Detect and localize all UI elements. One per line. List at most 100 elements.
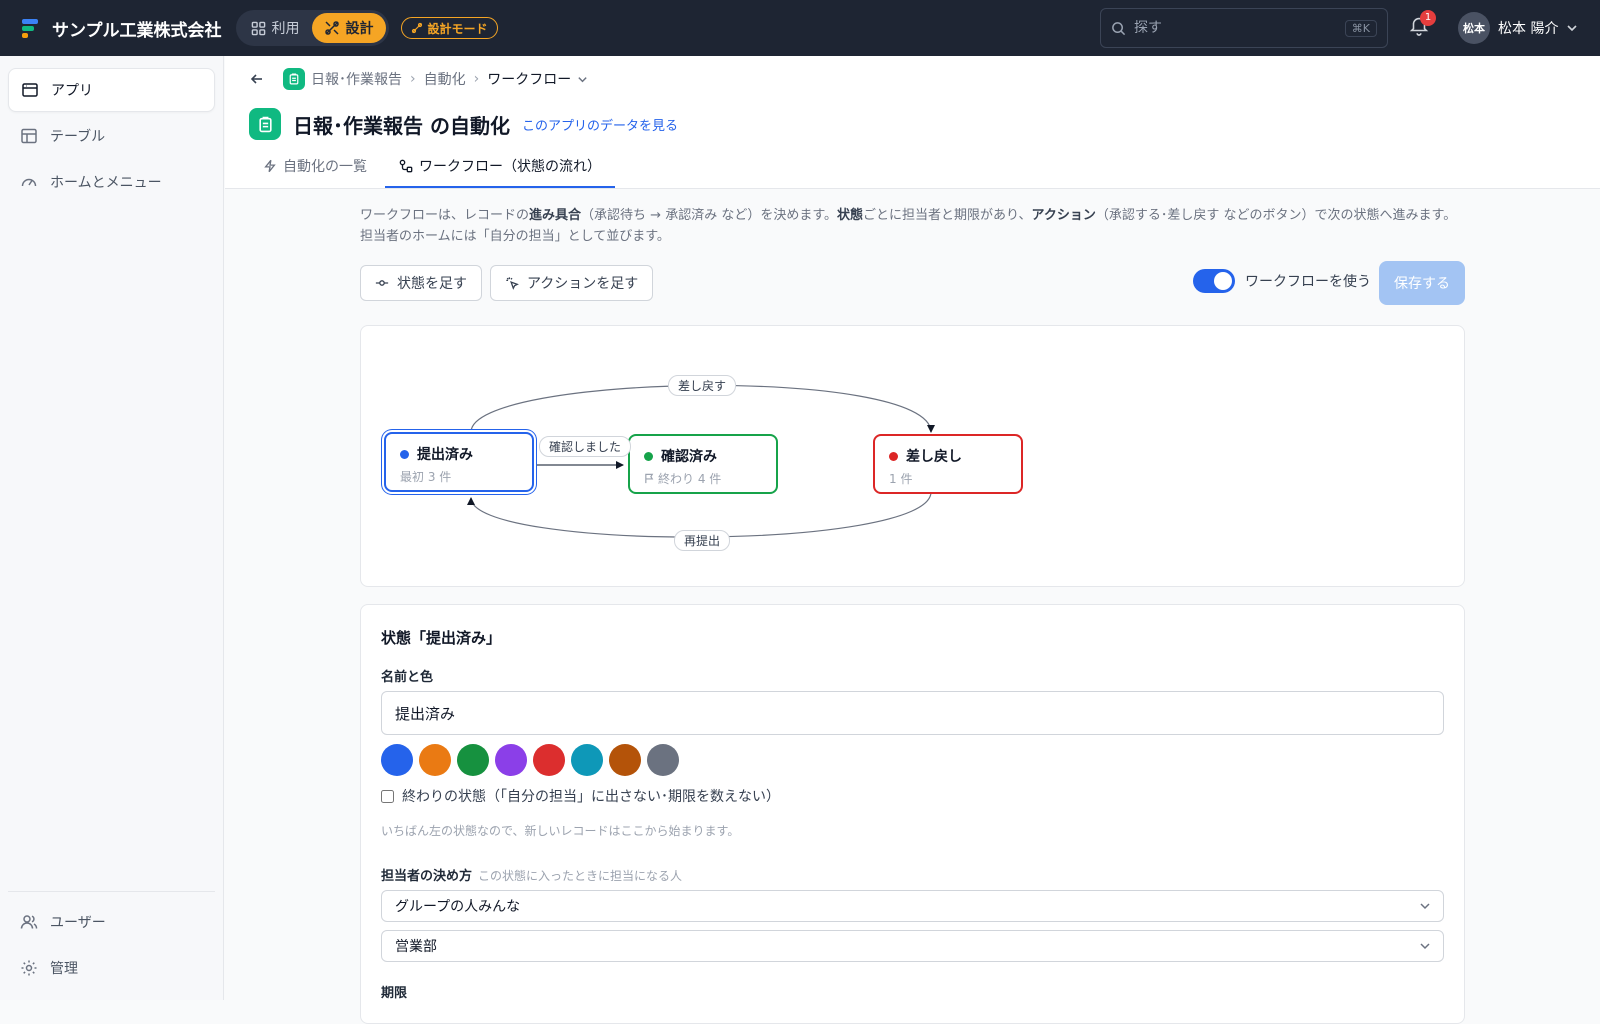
state-name-input[interactable] xyxy=(381,691,1444,735)
action-label-send-back[interactable]: 差し戻す xyxy=(668,375,737,396)
gear-icon xyxy=(21,960,37,976)
color-swatch-orange[interactable] xyxy=(419,744,451,776)
view-app-data-link[interactable]: このアプリのデータを見る xyxy=(522,115,678,134)
chevron-down-icon xyxy=(1420,903,1430,910)
add-state-button[interactable]: 状態を足す xyxy=(360,265,482,301)
breadcrumb-chevron-icon: › xyxy=(410,71,416,87)
end-state-label: 終わりの状態（「自分の担当」に出さない･期限を数えない） xyxy=(402,789,780,805)
search-icon xyxy=(1112,21,1126,35)
state-detail-title: 状態「提出済み」 xyxy=(381,629,502,647)
color-swatch-cyan[interactable] xyxy=(571,744,603,776)
sidebar-item-admin[interactable]: 管理 xyxy=(8,946,215,990)
add-action-label: アクションを足す xyxy=(527,276,639,292)
tabs: 自動化の一覧 ワークフロー（状態の流れ） xyxy=(249,146,615,188)
color-swatch-brown[interactable] xyxy=(609,744,641,776)
sidebar-item-tables[interactable]: テーブル xyxy=(8,114,215,158)
breadcrumb-app-label: 日報･作業報告 xyxy=(311,72,402,88)
lightning-icon xyxy=(264,159,276,173)
grid-icon xyxy=(251,21,265,35)
sidebar-item-users[interactable]: ユーザー xyxy=(8,900,215,944)
assignee-mode-value: グループの人みんな xyxy=(395,899,521,915)
notification-count-badge: 1 xyxy=(1420,10,1436,26)
design-mode-badge: 設計モード xyxy=(400,17,498,39)
sidebar-item-apps[interactable]: アプリ xyxy=(8,68,215,112)
chevron-down-icon xyxy=(1420,943,1430,950)
back-arrow-icon[interactable] xyxy=(249,71,265,87)
sidebar-item-label: 管理 xyxy=(50,961,78,977)
color-swatch-green[interactable] xyxy=(457,744,489,776)
workflow-content: ワークフローは、レコードの進み具合（承認待ち → 承認済み など）を決めます。状… xyxy=(360,205,1465,1024)
add-action-button[interactable]: アクションを足す xyxy=(490,265,654,301)
state-color-dot xyxy=(400,449,409,459)
breadcrumb-current-label: ワークフロー xyxy=(487,72,572,88)
sidebar: アプリ テーブル ホームとメニュー ユーザー 管理 xyxy=(0,56,224,1000)
breadcrumb-app-link[interactable]: 日報･作業報告 xyxy=(283,68,402,90)
state-color-dot xyxy=(644,451,653,461)
save-button[interactable]: 保存する xyxy=(1379,261,1465,305)
state-name: 確認済み xyxy=(661,449,717,465)
workflow-toolbar: 状態を足す アクションを足す ワークフローを使う 保存する xyxy=(360,261,1465,305)
workflow-icon xyxy=(399,159,413,173)
tab-label: 自動化の一覧 xyxy=(283,159,367,175)
state-node-icon xyxy=(375,280,389,286)
color-swatch-blue[interactable] xyxy=(381,744,413,776)
notifications-button[interactable]: 1 xyxy=(1408,10,1436,40)
color-swatch-red[interactable] xyxy=(533,744,565,776)
assignee-group-select[interactable]: 営業部 xyxy=(381,930,1444,962)
main-area: 日報･作業報告 › 自動化 › ワークフロー 日報･作業報告 の自動化 このアプ… xyxy=(225,56,1600,1024)
state-node-sent-back[interactable]: 差し戻し 1 件 xyxy=(873,434,1023,494)
mode-use-button[interactable]: 利用 xyxy=(239,13,312,43)
tab-label: ワークフロー（状態の流れ） xyxy=(419,159,601,175)
sidebar-item-label: アプリ xyxy=(51,83,93,99)
assignee-hint: この状態に入ったときに担当になる人 xyxy=(478,869,683,883)
clipboard-icon xyxy=(283,68,305,90)
breadcrumb-current-dropdown[interactable]: ワークフロー xyxy=(487,69,588,89)
brand-logo-icon xyxy=(20,17,42,39)
search-shortcut: ⌘K xyxy=(1344,19,1377,37)
sidebar-bottom: ユーザー 管理 xyxy=(8,891,215,992)
user-menu[interactable]: 松本 松本 陽介 xyxy=(1458,12,1578,44)
title-row: 日報･作業報告 の自動化 このアプリのデータを見る xyxy=(249,102,1576,146)
sidebar-item-home-menu[interactable]: ホームとメニュー xyxy=(8,160,215,204)
tab-workflow[interactable]: ワークフロー（状態の流れ） xyxy=(385,146,615,188)
state-color-dot xyxy=(889,451,898,461)
flag-icon xyxy=(645,473,654,484)
workflow-description: ワークフローは、レコードの進み具合（承認待ち → 承認済み など）を決めます。状… xyxy=(360,208,1457,244)
use-workflow-label: ワークフローを使う xyxy=(1245,274,1371,290)
sidebar-item-label: ユーザー xyxy=(50,915,106,931)
state-node-confirmed[interactable]: 確認済み 終わり 4 件 xyxy=(628,434,778,494)
breadcrumb: 日報･作業報告 › 自動化 › ワークフロー xyxy=(249,56,1576,102)
brand-name: サンプル工業株式会社 xyxy=(52,20,222,41)
action-label-confirm[interactable]: 確認しました xyxy=(539,436,632,457)
state-node-submitted[interactable]: 提出済み 最初 3 件 xyxy=(384,432,534,492)
assignee-group-value: 営業部 xyxy=(395,939,437,955)
assignee-label-row: 担当者の決め方 この状態に入ったときに担当になる人 xyxy=(381,865,1444,884)
state-detail-panel: 状態「提出済み」 名前と色 終わりの状態（「自分の担当」に出さない･期限を数えな… xyxy=(360,604,1465,1024)
sidebar-item-label: テーブル xyxy=(50,129,106,145)
mode-design-button[interactable]: 設計 xyxy=(311,13,386,43)
deadline-label: 期限 xyxy=(381,986,408,1001)
use-workflow-toggle[interactable] xyxy=(1193,269,1235,293)
state-name: 差し戻し xyxy=(906,449,962,465)
clipboard-icon xyxy=(249,108,281,140)
chevron-down-icon xyxy=(1567,25,1578,32)
end-state-checkbox[interactable] xyxy=(381,789,394,803)
breadcrumb-section-link[interactable]: 自動化 xyxy=(424,69,466,89)
color-swatches xyxy=(381,744,1444,776)
color-swatch-gray[interactable] xyxy=(647,744,679,776)
use-workflow-toggle-row: ワークフローを使う xyxy=(1193,269,1371,293)
assignee-mode-select[interactable]: グループの人みんな xyxy=(381,890,1444,922)
app-window-icon xyxy=(22,83,38,97)
action-label-resubmit[interactable]: 再提出 xyxy=(674,530,731,551)
add-state-label: 状態を足す xyxy=(397,276,467,292)
color-swatch-purple[interactable] xyxy=(495,744,527,776)
avatar: 松本 xyxy=(1458,12,1490,44)
state-meta: 1 件 xyxy=(889,472,913,486)
search-input[interactable] xyxy=(1134,20,1345,36)
gauge-icon xyxy=(21,178,37,187)
mode-use-label: 利用 xyxy=(271,21,300,37)
chevron-down-icon xyxy=(578,76,587,82)
tab-automation-list[interactable]: 自動化の一覧 xyxy=(249,146,381,188)
state-name: 提出済み xyxy=(417,447,473,463)
user-name: 松本 陽介 xyxy=(1498,21,1559,37)
